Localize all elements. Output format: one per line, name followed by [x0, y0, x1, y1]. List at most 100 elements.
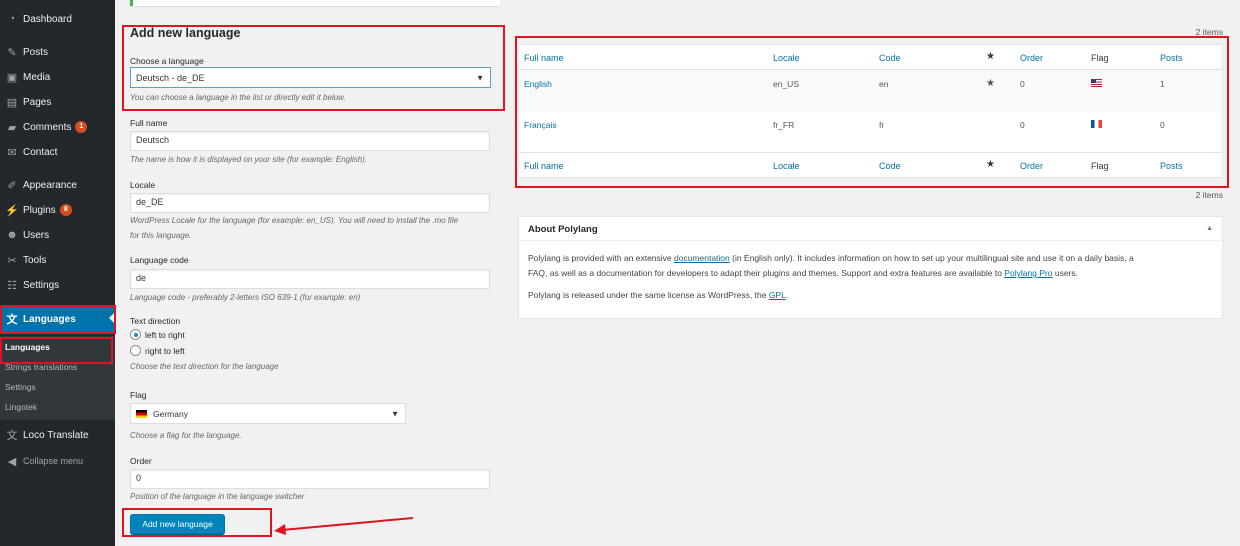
pages-icon: ▤: [6, 96, 18, 109]
plugins-count-badge: 8: [59, 204, 72, 216]
col-code-footer[interactable]: Code: [879, 161, 901, 171]
language-code-description: Language code - preferably 2-letters ISO…: [130, 293, 361, 302]
germany-flag-icon: [136, 409, 147, 418]
menu-dashboard[interactable]: ◔ Dashboard: [0, 8, 115, 30]
admin-notice: [130, 0, 500, 6]
language-locale: fr_FR: [773, 120, 795, 130]
about-paragraph-2: Polylang is released under the same lice…: [528, 290, 789, 300]
mail-icon: ✉: [7, 146, 17, 159]
flag-label: Flag: [130, 390, 147, 400]
media-icon: ▣: [6, 71, 18, 84]
locale-input[interactable]: de_DE: [130, 193, 490, 213]
locale-label: Locale: [130, 180, 156, 190]
brush-icon: ✐: [7, 179, 17, 192]
comments-count-badge: 1: [75, 121, 88, 133]
gpl-link[interactable]: GPL: [769, 290, 786, 300]
polylang-pro-link[interactable]: Polylang Pro: [1004, 268, 1052, 278]
wrench-icon: ✂: [7, 254, 17, 267]
menu-contact[interactable]: ✉ Contact: [0, 141, 115, 163]
collapse-icon: ◀: [7, 455, 17, 468]
table-header-row: Full name Locale Code ★ Order Flag Posts: [519, 45, 1222, 70]
col-full-name-footer[interactable]: Full name: [524, 161, 564, 171]
annotation-arrow-icon: [274, 517, 414, 535]
form-title: Add new language: [130, 26, 241, 40]
language-order: 0: [1020, 79, 1025, 89]
table-row: English en_US en ★ 0 1: [519, 70, 1222, 111]
full-name-label: Full name: [130, 118, 168, 128]
radio-ltr[interactable]: [130, 329, 141, 340]
menu-plugins[interactable]: ⚡ Plugins 8: [0, 199, 115, 221]
flag-select[interactable]: Germany ▼: [130, 403, 406, 424]
about-polylang-header[interactable]: About Polylang ▲: [519, 217, 1222, 241]
radio-rtl[interactable]: [130, 345, 141, 356]
choose-language-description: You can choose a language in the list or…: [130, 93, 346, 102]
dropdown-arrow-icon: ▼: [476, 73, 484, 82]
menu-tools[interactable]: ✂ Tools: [0, 249, 115, 271]
menu-media[interactable]: ▣ Media: [0, 66, 115, 88]
star-icon: ★: [986, 51, 995, 62]
dashboard-icon: ◔: [8, 13, 16, 25]
menu-loco-translate[interactable]: 文 Loco Translate: [0, 424, 115, 446]
locale-description-line2: for this language.: [130, 231, 192, 240]
menu-settings[interactable]: ☷ Settings: [0, 274, 115, 296]
translate-icon: 文: [6, 430, 18, 442]
radio-ltr-row[interactable]: left to right: [130, 329, 185, 340]
col-order[interactable]: Order: [1020, 53, 1043, 63]
menu-languages[interactable]: 文 Languages: [0, 306, 115, 332]
text-direction-label: Text direction: [130, 316, 181, 326]
col-flag: Flag: [1091, 53, 1109, 63]
language-code: en: [879, 79, 889, 89]
order-label: Order: [130, 456, 152, 466]
admin-sidebar: ◔ Dashboard ✎ Posts ▣ Media ▤ Pages ▰ Comment…: [0, 0, 115, 546]
submenu-lingotek[interactable]: Lingotek: [5, 402, 37, 412]
comments-icon: ▰: [7, 121, 17, 134]
menu-appearance[interactable]: ✐ Appearance: [0, 174, 115, 196]
dropdown-arrow-icon: ▼: [391, 409, 399, 418]
full-name-input[interactable]: Deutsch: [130, 131, 490, 151]
pin-icon: ✎: [7, 46, 17, 59]
col-locale[interactable]: Locale: [773, 53, 800, 63]
plug-icon: ⚡: [5, 204, 19, 217]
col-code[interactable]: Code: [879, 53, 901, 63]
about-polylang-box: About Polylang ▲ Polylang is provided wi…: [518, 216, 1223, 319]
language-select[interactable]: Deutsch - de_DE ▼: [130, 67, 491, 88]
add-new-language-button[interactable]: Add new language: [130, 514, 225, 534]
flag-description: Choose a flag for the language.: [130, 431, 242, 440]
table-footer-row: Full name Locale Code ★ Order Flag Posts: [519, 152, 1222, 177]
col-order-footer[interactable]: Order: [1020, 161, 1043, 171]
star-icon: ★: [986, 159, 995, 170]
submenu-strings-translations[interactable]: Strings translations: [5, 362, 77, 372]
collapse-toggle-icon[interactable]: ▲: [1206, 225, 1213, 232]
language-order: 0: [1020, 120, 1025, 130]
about-polylang-title: About Polylang: [528, 224, 598, 235]
col-full-name[interactable]: Full name: [524, 53, 564, 63]
translate-icon: 文: [6, 314, 18, 326]
language-code: fr: [879, 120, 885, 130]
menu-posts[interactable]: ✎ Posts: [0, 41, 115, 63]
menu-users[interactable]: ☻ Users: [0, 224, 115, 246]
col-flag-footer: Flag: [1091, 161, 1109, 171]
choose-language-label: Choose a language: [130, 56, 204, 66]
menu-comments[interactable]: ▰ Comments 1: [0, 116, 115, 138]
menu-pages[interactable]: ▤ Pages: [0, 91, 115, 113]
full-name-description: The name is how it is displayed on your …: [130, 155, 367, 164]
language-name-francais[interactable]: Français: [524, 120, 557, 130]
submenu-languages[interactable]: Languages: [5, 342, 50, 352]
us-flag-icon: [1091, 79, 1102, 89]
items-count-top: 2 items: [1195, 27, 1223, 37]
documentation-link[interactable]: documentation: [674, 253, 730, 263]
radio-rtl-row[interactable]: right to left: [130, 345, 185, 356]
col-posts[interactable]: Posts: [1160, 53, 1183, 63]
language-code-input[interactable]: de: [130, 269, 490, 289]
order-input[interactable]: 0: [130, 469, 490, 489]
fr-flag-icon: [1091, 120, 1102, 130]
col-posts-footer[interactable]: Posts: [1160, 161, 1183, 171]
text-direction-description: Choose the text direction for the langua…: [130, 362, 279, 371]
language-posts: 1: [1160, 79, 1165, 89]
items-count-bottom: 2 items: [1195, 190, 1223, 200]
collapse-menu[interactable]: ◀ Collapse menu: [0, 450, 115, 472]
language-name-english[interactable]: English: [524, 79, 552, 89]
submenu-settings[interactable]: Settings: [5, 382, 36, 392]
col-locale-footer[interactable]: Locale: [773, 161, 800, 171]
language-code-label: Language code: [130, 255, 189, 265]
